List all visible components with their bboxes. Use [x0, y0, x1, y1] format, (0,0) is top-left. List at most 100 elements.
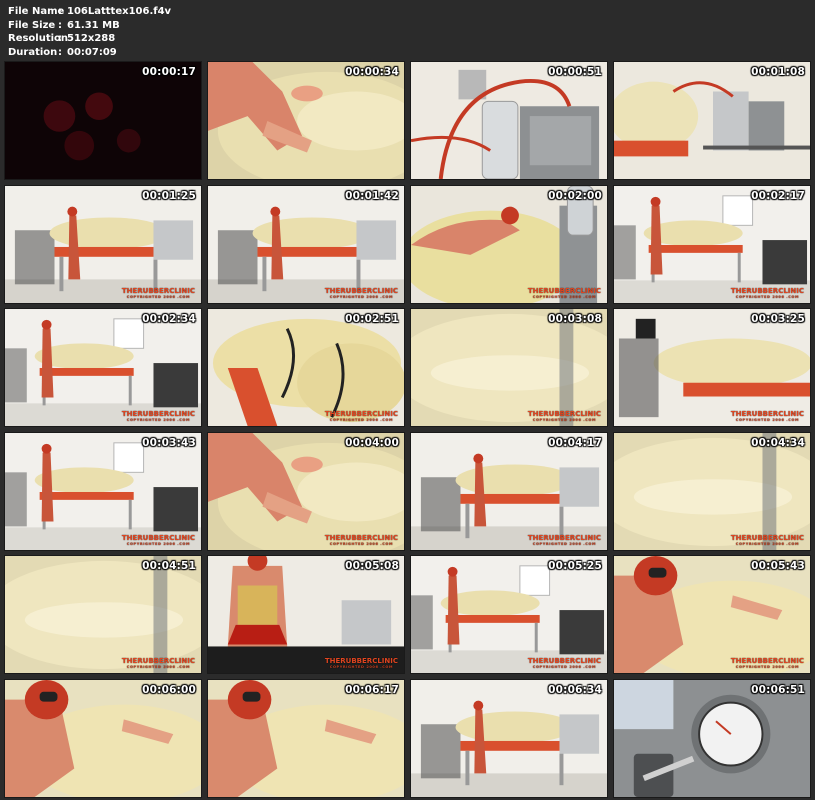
thumbnail-image	[411, 556, 607, 674]
resolution-label: Resolution	[8, 33, 69, 44]
thumbnail-timestamp: 00:04:17	[548, 436, 602, 449]
thumbnail-grid: 00:00:17 00:00:34 00:00:51 00:01:08 00:0…	[4, 61, 811, 798]
video-thumbnail: 00:05:43 THERUBBERCLINIC COPYRIGHTED 2006 …	[613, 555, 811, 675]
file-name-sep: :	[58, 6, 62, 17]
watermark-sub: COPYRIGHTED 2006 .COM	[126, 418, 191, 423]
video-thumbnail: 00:02:17 THERUBBERCLINIC COPYRIGHTED 2006 …	[613, 184, 811, 304]
thumbnail-timestamp: 00:01:25	[142, 189, 196, 202]
video-thumbnail: 00:04:34 THERUBBERCLINIC COPYRIGHTED 2006 …	[613, 431, 811, 551]
watermark-sub: COPYRIGHTED 2006 .COM	[532, 418, 597, 423]
thumbnail-watermark: THERUBBERCLINIC COPYRIGHTED 2006 .COM	[528, 411, 601, 423]
video-thumbnail: 00:06:34	[410, 678, 608, 798]
video-thumbnail: 00:04:00 THERUBBERCLINIC COPYRIGHTED 2006 …	[207, 431, 405, 551]
thumbnail-timestamp: 00:02:51	[345, 313, 399, 326]
file-name-row: File Name : 106Latttex106.f4v	[8, 5, 171, 19]
thumbnail-image	[5, 62, 201, 179]
thumbnail-timestamp: 00:00:51	[548, 66, 602, 78]
thumbnail-image	[5, 432, 201, 550]
thumbnail-watermark: THERUBBERCLINIC COPYRIGHTED 2006 .COM	[731, 411, 804, 423]
thumbnail-image	[208, 432, 404, 550]
thumbnail-image	[208, 62, 404, 179]
thumbnail-timestamp: 00:02:17	[751, 189, 805, 202]
thumbnail-timestamp: 00:00:17	[142, 66, 196, 78]
thumbnail-timestamp: 00:04:00	[345, 436, 399, 449]
video-thumbnail: 00:00:17	[4, 61, 202, 180]
thumbnail-watermark: THERUBBERCLINIC COPYRIGHTED 2006 .COM	[122, 534, 195, 547]
thumbnail-watermark: THERUBBERCLINIC COPYRIGHTED 2006 .COM	[325, 287, 398, 300]
thumbnail-image	[5, 679, 201, 797]
resolution-row: Resolution : 512x288	[8, 32, 171, 46]
video-thumbnail: 00:03:43 THERUBBERCLINIC COPYRIGHTED 2006 …	[4, 431, 202, 551]
watermark-sub: COPYRIGHTED 2006 .COM	[329, 665, 394, 670]
video-thumbnail: 00:04:51 THERUBBERCLINIC COPYRIGHTED 2006 …	[4, 555, 202, 675]
thumbnail-image	[411, 432, 607, 550]
thumbnail-image	[614, 556, 810, 674]
video-thumbnail: 00:00:51	[410, 61, 608, 180]
thumbnail-image	[411, 62, 607, 179]
watermark-sub: COPYRIGHTED 2006 .COM	[329, 418, 394, 423]
thumbnail-image	[411, 679, 607, 797]
video-thumbnail: 00:01:25 THERUBBERCLINIC COPYRIGHTED 2006 …	[4, 184, 202, 304]
thumbnail-image	[614, 185, 810, 303]
file-size-row: File Size : 61.31 MB	[8, 19, 171, 33]
thumbnail-image	[208, 185, 404, 303]
video-thumbnail: 00:01:08	[613, 61, 811, 180]
watermark-sub: COPYRIGHTED 2006 .COM	[735, 418, 800, 423]
thumbnail-image	[614, 309, 810, 427]
file-size-value: 61.31 MB	[67, 19, 120, 31]
video-thumbnail: 00:04:17 THERUBBERCLINIC COPYRIGHTED 2006 …	[410, 431, 608, 551]
watermark-sub: COPYRIGHTED 2006 .COM	[532, 294, 597, 299]
file-size-label: File Size	[8, 19, 56, 31]
thumbnail-watermark: THERUBBERCLINIC COPYRIGHTED 2006 .COM	[122, 411, 195, 423]
video-thumbnail: 00:06:51	[613, 678, 811, 798]
thumbnail-image	[5, 185, 201, 303]
thumbnail-timestamp: 00:01:08	[751, 66, 805, 78]
watermark-sub: COPYRIGHTED 2006 .COM	[126, 294, 191, 299]
video-thumbnail: 00:02:00 THERUBBERCLINIC COPYRIGHTED 2006 …	[410, 184, 608, 304]
thumbnail-watermark: THERUBBERCLINIC COPYRIGHTED 2006 .COM	[325, 411, 398, 423]
watermark-sub: COPYRIGHTED 2006 .COM	[329, 541, 394, 546]
thumbnail-timestamp: 00:00:34	[345, 66, 399, 78]
video-thumbnail: 00:03:25 THERUBBERCLINIC COPYRIGHTED 2006 …	[613, 308, 811, 428]
duration-value: 00:07:09	[67, 46, 117, 58]
duration-sep: :	[58, 46, 62, 58]
video-thumbnail: 00:02:51 THERUBBERCLINIC COPYRIGHTED 2006 …	[207, 308, 405, 428]
thumbnail-image	[208, 679, 404, 797]
thumbnail-watermark: THERUBBERCLINIC COPYRIGHTED 2006 .COM	[528, 287, 601, 300]
watermark-sub: COPYRIGHTED 2006 .COM	[735, 665, 800, 670]
thumbnail-timestamp: 00:02:00	[548, 189, 602, 202]
video-thumbnail: 00:01:42 THERUBBERCLINIC COPYRIGHTED 2006 …	[207, 184, 405, 304]
thumbnail-image	[5, 309, 201, 427]
duration-row: Duration : 00:07:09	[8, 46, 171, 60]
thumbnail-watermark: THERUBBERCLINIC COPYRIGHTED 2006 .COM	[528, 534, 601, 547]
file-info-panel: File Name : 106Latttex106.f4v File Size …	[8, 5, 171, 59]
thumbnail-timestamp: 00:04:51	[142, 560, 196, 573]
watermark-sub: COPYRIGHTED 2006 .COM	[126, 665, 191, 670]
resolution-sep: :	[58, 33, 62, 44]
watermark-sub: COPYRIGHTED 2006 .COM	[735, 294, 800, 299]
thumbnail-watermark: THERUBBERCLINIC COPYRIGHTED 2006 .COM	[325, 658, 398, 670]
video-thumbnail: 00:05:08 THERUBBERCLINIC COPYRIGHTED 2006 …	[207, 555, 405, 675]
watermark-sub: COPYRIGHTED 2006 .COM	[126, 541, 191, 546]
video-thumbnail: 00:03:08 THERUBBERCLINIC COPYRIGHTED 2006 …	[410, 308, 608, 428]
thumbnail-timestamp: 00:06:34	[548, 683, 602, 696]
thumbnail-timestamp: 00:01:42	[345, 189, 399, 202]
thumbnail-timestamp: 00:04:34	[751, 436, 805, 449]
video-thumbnail: 00:06:17	[207, 678, 405, 798]
file-name-label: File Name	[8, 6, 65, 17]
duration-label: Duration	[8, 46, 58, 58]
thumbnail-watermark: THERUBBERCLINIC COPYRIGHTED 2006 .COM	[325, 534, 398, 547]
thumbnail-image	[614, 62, 810, 179]
thumbnail-timestamp: 00:03:43	[142, 436, 196, 449]
thumbnail-timestamp: 00:05:25	[548, 560, 602, 573]
file-size-sep: :	[58, 19, 62, 31]
thumbnail-timestamp: 00:06:51	[751, 683, 805, 696]
watermark-sub: COPYRIGHTED 2006 .COM	[532, 665, 597, 670]
video-thumbnail: 00:06:00	[4, 678, 202, 798]
thumbnail-timestamp: 00:05:43	[751, 560, 805, 573]
thumbnail-watermark: THERUBBERCLINIC COPYRIGHTED 2006 .COM	[122, 287, 195, 300]
watermark-sub: COPYRIGHTED 2006 .COM	[329, 294, 394, 299]
thumbnail-watermark: THERUBBERCLINIC COPYRIGHTED 2006 .COM	[122, 658, 195, 670]
thumbnail-image	[411, 309, 607, 427]
thumbnail-watermark: THERUBBERCLINIC COPYRIGHTED 2006 .COM	[731, 658, 804, 670]
